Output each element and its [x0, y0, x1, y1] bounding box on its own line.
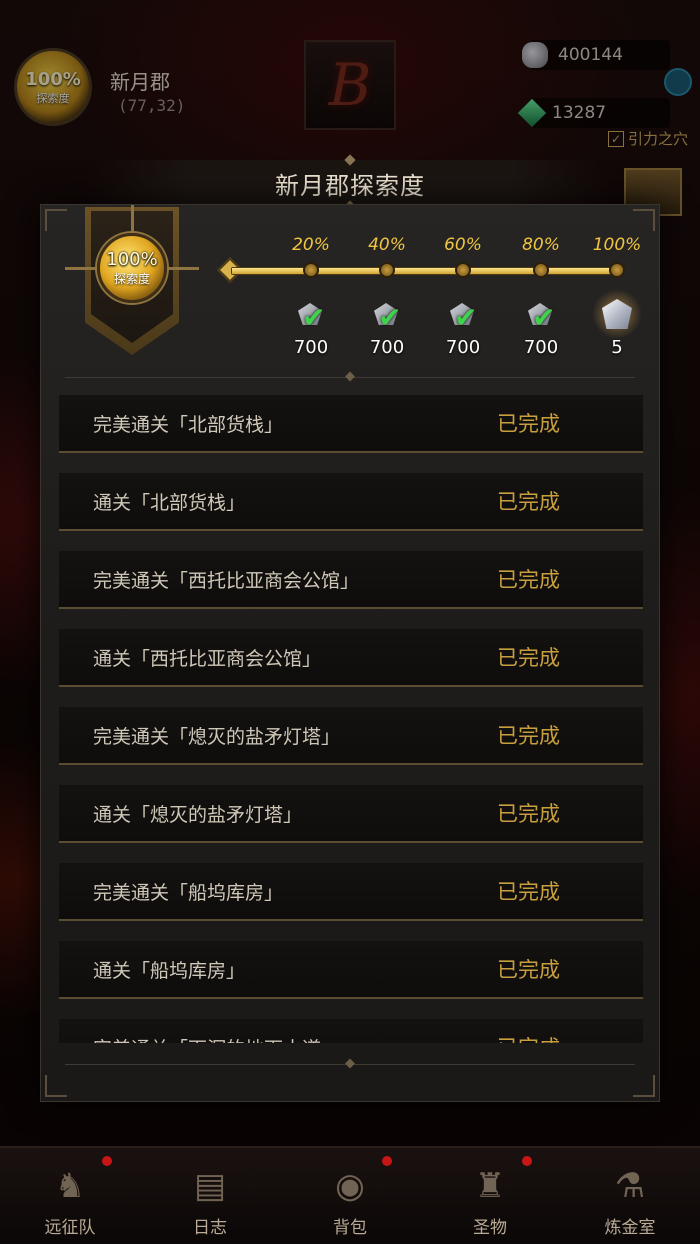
- check-icon: ✔: [532, 301, 556, 334]
- reward-amount: 700: [445, 337, 481, 358]
- task-name: 完美通关「熄灭的盐矛灯塔」: [93, 725, 341, 748]
- exploration-modal: 100% 探索度 20% ✔ 700 40% ✔ 700 60% ✔ 700 80% ✔ 700 100…: [40, 204, 660, 1102]
- nav-label: 圣物: [473, 1218, 507, 1238]
- milestone-percent: 40%: [368, 235, 406, 255]
- task-status: 已完成: [497, 412, 560, 436]
- progress-fill: [232, 268, 618, 274]
- milestone-node: [609, 262, 625, 278]
- task-row[interactable]: 完美通关「下沉的地下水道」 已完成: [59, 1019, 643, 1043]
- emblem-percent: 100%: [106, 249, 158, 270]
- task-status: 已完成: [497, 724, 560, 748]
- check-icon: ✔: [302, 301, 326, 334]
- task-name: 通关「北部货栈」: [93, 491, 246, 514]
- task-status: 已完成: [497, 802, 560, 826]
- notification-dot: [382, 1156, 392, 1166]
- emblem-spike: [131, 205, 134, 235]
- task-status: 已完成: [497, 880, 560, 904]
- modal-title: 新月郡探索度: [275, 171, 425, 200]
- task-row[interactable]: 完美通关「北部货栈」 已完成: [59, 395, 643, 453]
- task-row[interactable]: 通关「熄灭的盐矛灯塔」 已完成: [59, 785, 643, 843]
- nav-item[interactable]: ♞ 远征队: [0, 1148, 140, 1244]
- task-name: 通关「西托比亚商会公馆」: [93, 647, 322, 670]
- corner-ornament: [45, 209, 67, 231]
- notification-dot: [102, 1156, 112, 1166]
- task-row[interactable]: 完美通关「西托比亚商会公馆」 已完成: [59, 551, 643, 609]
- task-status: 已完成: [497, 646, 560, 670]
- reward-amount: 700: [293, 337, 329, 358]
- bottom-nav: ♞ 远征队 ▤ 日志 ◉ 背包 ♜ 圣物 ⚗ 炼金室: [0, 1146, 700, 1244]
- task-name: 完美通关「下沉的地下水道」: [93, 1034, 340, 1044]
- notification-dot: [522, 1156, 532, 1166]
- relic-icon: ♜: [474, 1166, 506, 1206]
- alchemy-icon: ⚗: [614, 1166, 646, 1206]
- silver-ore-icon: ✔: [446, 299, 480, 334]
- task-name: 完美通关「北部货栈」: [93, 413, 284, 436]
- reward-amount: 700: [369, 337, 405, 358]
- task-name: 完美通关「船坞库房」: [93, 881, 284, 904]
- milestone-node: [533, 262, 549, 278]
- bag-icon: ◉: [335, 1166, 365, 1206]
- modal-title-bar: 新月郡探索度: [88, 160, 612, 206]
- progress-track: [231, 267, 619, 275]
- task-row[interactable]: 通关「北部货栈」 已完成: [59, 473, 643, 531]
- nav-label: 炼金室: [604, 1218, 656, 1238]
- task-row[interactable]: 完美通关「船坞库房」 已完成: [59, 863, 643, 921]
- task-list[interactable]: 完美通关「北部货栈」 已完成 通关「北部货栈」 已完成 完美通关「西托比亚商会公馆」 已完…: [59, 395, 643, 1043]
- nav-label: 远征队: [44, 1218, 96, 1238]
- task-status: 已完成: [497, 1032, 560, 1043]
- corner-ornament: [633, 1075, 655, 1097]
- check-icon: ✔: [378, 301, 402, 334]
- silver-ore-icon: ✔: [294, 299, 328, 334]
- milestone-percent: 100%: [592, 235, 642, 255]
- milestone-node: [455, 262, 471, 278]
- corner-ornament: [45, 1075, 67, 1097]
- milestone-reward[interactable]: ✔ 700: [285, 299, 337, 358]
- silver-ore-icon: ✔: [370, 299, 404, 334]
- exploration-emblem: 100% 探索度: [97, 233, 167, 303]
- crystal-icon: [592, 289, 642, 339]
- milestone-reward[interactable]: ✔ 700: [437, 299, 489, 358]
- reward-amount: 700: [523, 337, 559, 358]
- task-name: 通关「熄灭的盐矛灯塔」: [93, 803, 303, 826]
- milestone-reward[interactable]: 5: [591, 289, 643, 358]
- viking-helmet-icon: ♞: [54, 1166, 86, 1206]
- emblem-spike: [165, 267, 199, 270]
- emblem-spike: [65, 267, 99, 270]
- milestone-node: [303, 262, 319, 278]
- journal-icon: ▤: [193, 1166, 227, 1206]
- milestone-percent: 60%: [444, 235, 482, 255]
- nav-item[interactable]: ◉ 背包: [280, 1148, 420, 1244]
- task-row[interactable]: 通关「船坞库房」 已完成: [59, 941, 643, 999]
- check-icon: ✔: [454, 301, 478, 334]
- reward-amount: 5: [611, 337, 623, 358]
- header-divider: [65, 377, 635, 378]
- milestone-node: [379, 262, 395, 278]
- nav-item[interactable]: ▤ 日志: [140, 1148, 280, 1244]
- corner-ornament: [633, 209, 655, 231]
- task-name: 通关「船坞库房」: [93, 959, 246, 982]
- milestone-reward[interactable]: ✔ 700: [361, 299, 413, 358]
- footer-divider: [65, 1064, 635, 1065]
- task-status: 已完成: [497, 490, 560, 514]
- silver-ore-icon: ✔: [524, 299, 558, 334]
- task-status: 已完成: [497, 568, 560, 592]
- emblem-label: 探索度: [113, 272, 150, 286]
- nav-item[interactable]: ♜ 圣物: [420, 1148, 560, 1244]
- task-status: 已完成: [497, 958, 560, 982]
- nav-item[interactable]: ⚗ 炼金室: [560, 1148, 700, 1244]
- nav-label: 背包: [333, 1218, 367, 1238]
- milestone-percent: 80%: [522, 235, 560, 255]
- milestone-reward[interactable]: ✔ 700: [515, 299, 567, 358]
- milestone-percent: 20%: [292, 235, 330, 255]
- task-row[interactable]: 完美通关「熄灭的盐矛灯塔」 已完成: [59, 707, 643, 765]
- task-row[interactable]: 通关「西托比亚商会公馆」 已完成: [59, 629, 643, 687]
- task-name: 完美通关「西托比亚商会公馆」: [93, 569, 360, 592]
- nav-label: 日志: [193, 1218, 227, 1238]
